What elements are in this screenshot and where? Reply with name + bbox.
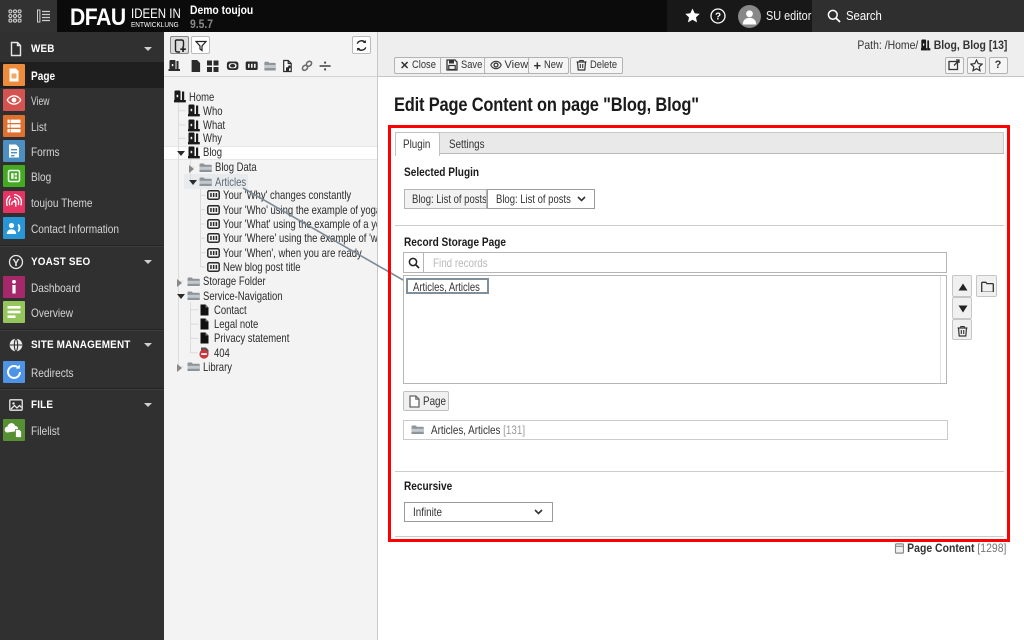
svg-text:?: ? xyxy=(715,12,721,23)
svg-text:Y: Y xyxy=(12,257,19,269)
